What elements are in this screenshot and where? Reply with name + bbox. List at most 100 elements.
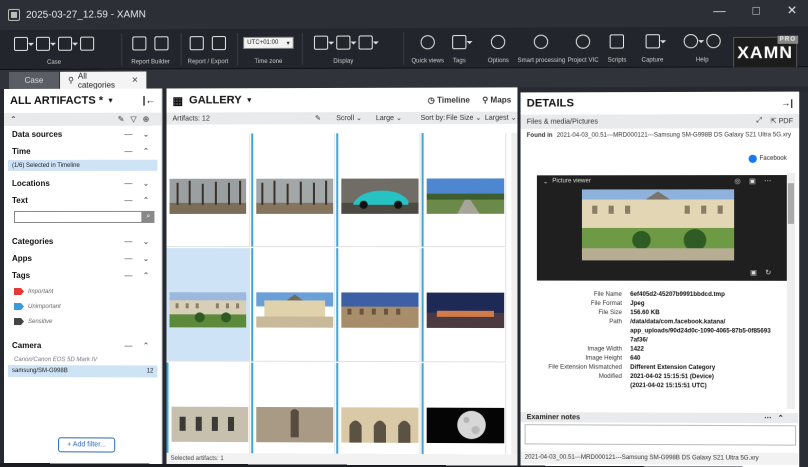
new-file-icon[interactable] [58,36,73,51]
section-categories[interactable]: Categories — ⌄ [4,233,161,250]
chevron-up-icon[interactable]: ⌃ [778,415,790,422]
details-scrollbar[interactable] [786,173,796,410]
report-builder-icon[interactable] [132,36,147,51]
more-icon[interactable]: ⋯ [764,178,780,185]
info-icon[interactable] [706,33,721,49]
vic-icon[interactable] [575,34,591,49]
camera-icon[interactable] [645,34,660,49]
section-data-sources[interactable]: Data sources — ⌄ [4,126,161,143]
section-text[interactable]: Text — ⌃ [4,192,161,209]
collapse-panel-icon[interactable]: →| [781,98,793,108]
ribbon-label-timezone: Time zone [254,58,283,66]
chevron-down-icon[interactable]: ▼ [107,97,114,104]
export-icon[interactable] [189,36,204,51]
section-time[interactable]: Time — ⌃ [4,143,161,160]
tab-case[interactable]: Case [8,71,60,89]
section-tags[interactable]: Tags — ⌃ [4,267,161,284]
collapse-panel-icon[interactable]: |← [143,95,156,106]
section-locations[interactable]: Locations — ⌄ [4,175,161,192]
selected-artifacts-count: Selected artifacts: 1 [166,452,518,466]
tag-unimportant[interactable]: Unimportant [4,299,161,314]
rotate-icon[interactable]: ↻ [765,270,779,277]
save-icon[interactable] [80,36,95,51]
tag-sensitive[interactable]: Sensitive [4,314,161,329]
thumbnail-grid [166,132,512,455]
artifacts-panel: ALL ARTIFACTS * ▼ |← ⌃ ✎▽⊕ Data sources — ⌄ … [3,88,163,464]
camera-item[interactable]: Canon/Canon EOS 5D Mark IV [4,354,161,365]
report-export-icon[interactable] [212,36,227,51]
pin-icon[interactable]: ✎ [118,115,131,124]
add-icon[interactable]: ⊕ [143,115,156,124]
gallery-item[interactable] [166,133,251,248]
text-filter-input[interactable] [13,210,143,223]
thumbnail-city [341,292,419,328]
chevron-down-icon[interactable]: ▼ [246,97,253,104]
gallery-item[interactable] [336,248,421,363]
picture-preview [581,189,735,261]
minimize-icon[interactable]: — [713,3,725,17]
prop-row: File Format Jpeg [590,300,645,308]
ribbon-label-scripts: Scripts [607,57,627,64]
expand-icon[interactable]: ⤢ [756,117,762,125]
pdf-export-button[interactable]: ⇱ PDF [770,117,793,125]
tag-icon[interactable] [452,35,467,50]
thumbnail-trees [169,178,247,214]
gallery-item[interactable] [421,363,507,455]
gallery-item[interactable] [166,362,251,455]
gallery-item[interactable] [421,132,507,248]
more-icon[interactable]: ⋯ [764,415,777,422]
close-tab-icon[interactable]: ✕ [132,76,139,85]
eye-icon[interactable] [420,35,435,50]
folder-open-icon[interactable] [13,36,29,51]
thumbnail-car [341,178,419,214]
maps-button[interactable]: ⚲ Maps [482,95,511,104]
tag-important[interactable]: Important [4,284,161,299]
tab-all-categories[interactable]: ⚲ All categories ✕ [60,71,147,89]
layout-icon[interactable] [313,35,329,50]
gallery-item-selected[interactable] [166,248,251,362]
gallery-scrollbar[interactable] [511,132,518,455]
filter-icon[interactable]: ▽ [130,115,142,124]
timeline-button[interactable]: ◷ Timeline [428,95,470,104]
gallery-item[interactable] [251,362,336,455]
gallery-item[interactable] [336,133,421,248]
size-select[interactable]: Large ⌄ [376,114,402,122]
scroll-select[interactable]: Scroll ⌄ [336,114,362,122]
app-facebook: Facebook [748,154,787,163]
help-icon[interactable] [683,34,699,49]
gallery-item[interactable] [251,248,336,362]
scripts-icon[interactable] [609,34,625,49]
folder-icon[interactable] [36,36,51,51]
section-apps[interactable]: Apps — ⌄ [4,250,161,267]
gear-icon[interactable]: ◎ [734,178,749,185]
gallery-item[interactable] [251,133,336,248]
sort-field-select[interactable]: File Size ⌄ [446,114,481,122]
search-icon[interactable]: ⌕ [142,210,155,223]
add-filter-button[interactable]: + Add filter... [58,437,116,453]
export-icon[interactable]: ▣ [749,178,764,185]
image-icon[interactable]: ▣ [750,270,765,277]
camera-item-selected[interactable]: samsung/SM-G998B 12 [7,365,158,378]
section-camera[interactable]: Camera — ⌃ [4,337,161,354]
timezone-select[interactable]: UTC+01:00 ▾ [243,36,294,50]
gear-icon[interactable] [491,34,506,50]
examiner-notes-input[interactable] [524,424,797,446]
tab-bar: Case ⚲ All categories ✕ [0,67,808,89]
sort-direction-select[interactable]: Largest ⌄ [485,114,517,122]
gallery-item[interactable] [336,362,421,455]
report-icon[interactable] [154,36,169,51]
gallery-item[interactable] [421,248,507,363]
artifacts-title: ALL ARTIFACTS * [9,94,104,107]
glasses-icon[interactable] [358,35,373,50]
brain-icon[interactable] [534,34,549,49]
tile-icon[interactable] [336,35,351,50]
pin-icon[interactable]: ✎ [315,114,321,122]
ribbon-group-quick-views: Quick views [411,28,444,69]
chevron-down-icon[interactable]: ⌄ [543,178,548,185]
time-selection[interactable]: (1/6) Selected in Timeline [7,159,158,171]
thumbnail-moon [426,407,505,444]
window-title: 2025-03-27_12.59 - XAMN [25,8,146,21]
close-icon[interactable]: ✕ [787,3,797,17]
maximize-icon[interactable]: □ [752,3,759,17]
collapse-all-icon[interactable]: ⌃ [10,115,17,124]
